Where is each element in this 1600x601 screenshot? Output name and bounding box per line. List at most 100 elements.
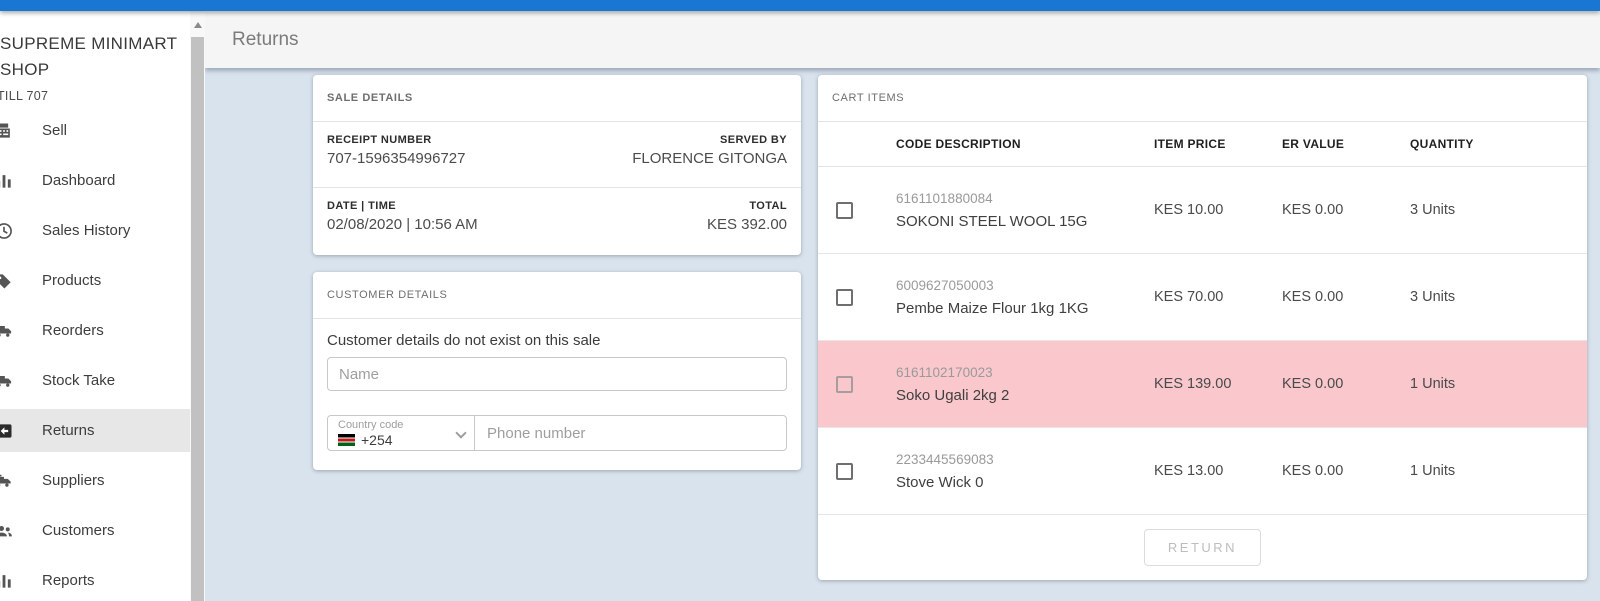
customer-details-message: Customer details do not exist on this sa…: [327, 332, 601, 349]
sidebar-item-returns[interactable]: Returns: [0, 409, 190, 452]
item-er-value: KES 0.00: [1282, 376, 1344, 392]
sidebar-nav: Sell Dashboard Sales History Products Re…: [0, 109, 190, 601]
returns-page: SUPREME MINIMART SHOP TILL 707 Sell Dash…: [0, 0, 1600, 601]
country-code-select[interactable]: Country code +254: [328, 416, 475, 450]
sidebar-item-stock-take[interactable]: Stock Take: [0, 359, 190, 402]
sidebar-item-sell[interactable]: Sell: [0, 109, 190, 152]
sidebar-item-label: Products: [42, 272, 102, 289]
store-name-line2: SHOP: [0, 60, 50, 79]
truck-icon: [0, 371, 16, 391]
clock-icon: [0, 221, 16, 241]
cart-table-header: CODE DESCRIPTION ITEM PRICE ER VALUE QUA…: [818, 122, 1587, 167]
receipt-number-field: RECEIPT NUMBER 707-1596354996727: [327, 134, 465, 187]
table-row: 6161101880084 SOKONI STEEL WOOL 15G KES …: [818, 167, 1587, 254]
sidebar-item-reports[interactable]: Reports: [0, 559, 190, 601]
return-box-icon: [0, 421, 16, 441]
phone-number-group: Country code +254: [327, 415, 787, 451]
sidebar-item-label: Reorders: [42, 322, 104, 339]
total-label: TOTAL: [749, 200, 787, 212]
store-name-line1: SUPREME MINIMART: [0, 34, 178, 53]
column-item-price: ITEM PRICE: [1154, 137, 1226, 151]
table-row: 6009627050003 Pembe Maize Flour 1kg 1KG …: [818, 254, 1587, 341]
receipt-number-label: RECEIPT NUMBER: [327, 134, 432, 146]
row-checkbox[interactable]: [836, 288, 853, 306]
tag-icon: [0, 271, 16, 291]
sidebar-item-label: Suppliers: [42, 472, 105, 489]
row-checkbox[interactable]: [836, 201, 853, 219]
total-value: KES 392.00: [706, 216, 787, 233]
sidebar-item-reorders[interactable]: Reorders: [0, 309, 190, 352]
page-header: Returns: [205, 12, 1600, 68]
sale-details-row: DATE | TIME 02/08/2020 | 10:56 AM TOTAL …: [313, 188, 801, 254]
item-code: 6161101880084: [896, 190, 993, 206]
customer-details-title: CUSTOMER DETAILS: [313, 272, 801, 319]
sidebar-item-label: Returns: [42, 422, 95, 439]
content-area: SALE DETAILS RECEIPT NUMBER 707-15963549…: [205, 68, 1600, 601]
people-icon: [0, 521, 16, 541]
item-description: Pembe Maize Flour 1kg 1KG: [896, 299, 1089, 317]
item-er-value: KES 0.00: [1282, 289, 1344, 305]
served-by-label: SERVED BY: [720, 134, 787, 146]
column-quantity: QUANTITY: [1410, 137, 1474, 151]
cart-items-card: CART ITEMS CODE DESCRIPTION ITEM PRICE E…: [818, 75, 1587, 580]
sidebar-item-label: Sales History: [42, 222, 131, 239]
country-code-value: +254: [361, 432, 393, 448]
sidebar-item-customers[interactable]: Customers: [0, 509, 190, 552]
item-code: 6161102170023: [896, 364, 993, 380]
sidebar-item-label: Dashboard: [42, 172, 116, 189]
sale-details-row: RECEIPT NUMBER 707-1596354996727 SERVED …: [313, 122, 801, 188]
store-name: SUPREME MINIMART SHOP: [0, 31, 190, 83]
receipt-number-value: 707-1596354996727: [327, 150, 466, 167]
kenya-flag-icon: [338, 434, 355, 446]
row-checkbox[interactable]: [836, 375, 853, 393]
datetime-value: 02/08/2020 | 10:56 AM: [327, 216, 478, 233]
sidebar: SUPREME MINIMART SHOP TILL 707 Sell Dash…: [0, 11, 190, 601]
total-field: TOTAL KES 392.00: [707, 200, 787, 254]
item-quantity: 1 Units: [1410, 376, 1456, 392]
top-blue-bar: [0, 0, 1600, 11]
served-by-field: SERVED BY FLORENCE GITONGA: [632, 134, 787, 187]
phone-number-input[interactable]: [475, 416, 786, 450]
sidebar-item-dashboard[interactable]: Dashboard: [0, 159, 190, 202]
customer-name-input[interactable]: [327, 357, 787, 391]
truck-icon: [0, 471, 16, 491]
row-checkbox[interactable]: [836, 462, 853, 480]
sidebar-item-label: Customers: [42, 522, 115, 539]
sidebar-item-label: Sell: [42, 122, 68, 139]
return-button[interactable]: RETURN: [1143, 529, 1262, 566]
receipt-icon: [0, 121, 16, 141]
sidebar-item-products[interactable]: Products: [0, 259, 190, 302]
item-code: 2233445569083: [896, 451, 994, 467]
page-title: Returns: [232, 29, 299, 50]
item-quantity: 3 Units: [1410, 202, 1456, 218]
vertical-scrollbar: [190, 11, 205, 601]
sale-details-card: SALE DETAILS RECEIPT NUMBER 707-15963549…: [313, 75, 801, 255]
item-er-value: KES 0.00: [1282, 463, 1344, 479]
customer-details-card: CUSTOMER DETAILS Customer details do not…: [313, 272, 801, 470]
scrollbar-up-arrow-icon[interactable]: [190, 17, 205, 33]
item-price: KES 139.00: [1154, 376, 1232, 392]
cart-items-title: CART ITEMS: [818, 75, 1587, 122]
datetime-field: DATE | TIME 02/08/2020 | 10:56 AM: [327, 200, 478, 254]
item-price: KES 70.00: [1154, 289, 1224, 305]
table-row-highlighted: 6161102170023 Soko Ugali 2kg 2 KES 139.0…: [818, 341, 1587, 428]
column-er-value: ER VALUE: [1282, 137, 1345, 151]
column-code-description: CODE DESCRIPTION: [896, 137, 1021, 151]
item-quantity: 1 Units: [1410, 463, 1456, 479]
sidebar-item-sales-history[interactable]: Sales History: [0, 209, 190, 252]
cart-footer: RETURN: [818, 515, 1587, 580]
sidebar-item-label: Reports: [42, 572, 95, 589]
item-description: Soko Ugali 2kg 2: [896, 386, 1010, 404]
bar-chart-icon: [0, 571, 16, 591]
sale-details-title: SALE DETAILS: [313, 75, 801, 122]
item-price: KES 13.00: [1154, 463, 1224, 479]
item-quantity: 3 Units: [1410, 289, 1456, 305]
truck-icon: [0, 321, 16, 341]
bar-chart-icon: [0, 171, 16, 191]
datetime-label: DATE | TIME: [327, 200, 396, 212]
item-er-value: KES 0.00: [1282, 202, 1344, 218]
country-code-label: Country code: [338, 419, 404, 431]
served-by-value: FLORENCE GITONGA: [632, 150, 787, 167]
sidebar-item-suppliers[interactable]: Suppliers: [0, 459, 190, 502]
scrollbar-thumb[interactable]: [191, 37, 204, 601]
